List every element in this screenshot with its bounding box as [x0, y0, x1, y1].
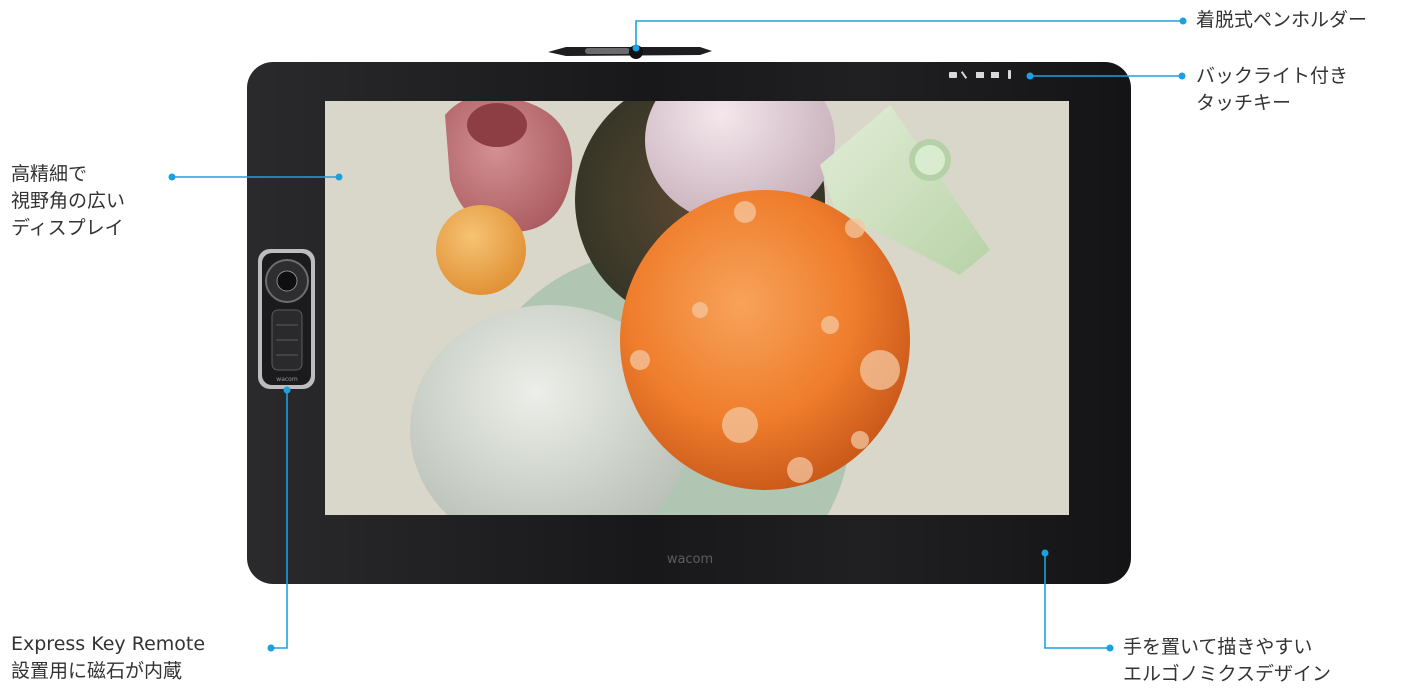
remote-logo: wacom: [276, 376, 298, 383]
label-touch-keys: バックライト付き タッチキー: [1196, 63, 1348, 117]
label-remote: Express Key Remote 設置用に磁石が内蔵: [11, 631, 205, 685]
label-remote-line-2: 設置用に磁石が内蔵: [11, 660, 183, 682]
keyboard-icon: [976, 72, 984, 78]
pen: [548, 45, 712, 59]
label-ergonomic: 手を置いて描きやすい エルゴノミクスデザイン: [1123, 634, 1331, 688]
label-display-line-3: ディスプレイ: [11, 217, 124, 239]
label-display-line-2: 視野角の広い: [11, 190, 126, 212]
label-ergonomic-line-1: 手を置いて描きやすい: [1123, 636, 1313, 658]
touch-icon: [1008, 70, 1011, 79]
label-display-line-1: 高精細で: [11, 163, 88, 185]
label-pen-holder-text: 着脱式ペンホルダー: [1196, 9, 1368, 31]
home-icon: [949, 72, 957, 78]
menu-icon: [991, 72, 999, 78]
label-remote-line-1: Express Key Remote: [11, 633, 206, 655]
express-key-remote: wacom: [258, 249, 315, 389]
label-pen-holder: 着脱式ペンホルダー: [1196, 7, 1367, 34]
label-ergonomic-line-2: エルゴノミクスデザイン: [1123, 663, 1332, 685]
label-display: 高精細で 視野角の広い ディスプレイ: [11, 161, 125, 242]
label-touch-keys-line-1: バックライト付き: [1196, 65, 1349, 87]
brand-logo: wacom: [667, 552, 713, 567]
label-touch-keys-line-2: タッチキー: [1196, 92, 1292, 114]
